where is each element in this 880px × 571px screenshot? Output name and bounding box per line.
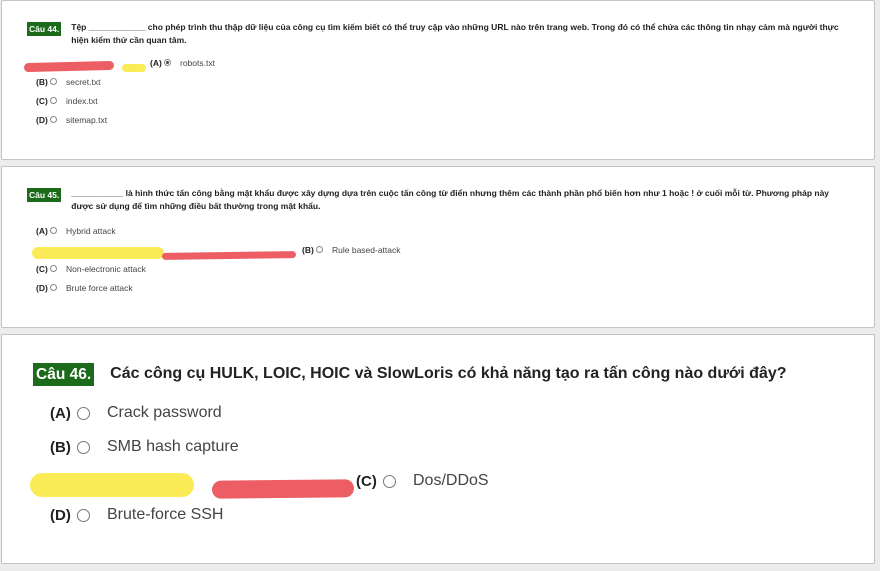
question-text: Các công cụ HULK, LOIC, HOIC và SlowLori…	[110, 365, 787, 382]
option-letter: (B)	[36, 76, 48, 87]
option-d[interactable]: (D) Brute-force SSH	[50, 498, 489, 532]
option-letter: (A)	[36, 225, 48, 236]
option-a[interactable]: (A) Hybrid attack	[36, 221, 401, 240]
option-text: Rule based-attack	[332, 244, 401, 255]
question-card-46: Câu 46. Các công cụ HULK, LOIC, HOIC và …	[1, 334, 875, 564]
option-letter: (D)	[50, 506, 71, 524]
question-header: Câu 46. Các công cụ HULK, LOIC, HOIC và …	[33, 363, 787, 386]
option-a[interactable]: (A) Crack password	[50, 396, 489, 430]
question-text: Tệp ____________ cho phép trình thu thập…	[71, 22, 839, 45]
option-letter: (C)	[36, 95, 48, 106]
option-letter: (B)	[302, 244, 314, 255]
option-text: SMB hash capture	[107, 438, 239, 455]
radio-icon[interactable]	[50, 78, 57, 85]
option-b[interactable]: (B) Rule based-attack	[32, 240, 401, 260]
highlight-mark	[122, 63, 146, 72]
question-header: Câu 45. ___________ là hình thức tấn côn…	[27, 187, 852, 213]
option-d[interactable]: (D) Brute force attack	[36, 278, 401, 297]
option-text: Brute force attack	[66, 282, 133, 293]
radio-icon[interactable]	[77, 508, 90, 522]
option-b[interactable]: (B) secret.txt	[36, 72, 215, 91]
option-text: index.txt	[66, 95, 98, 106]
options-list: (A) robots.txt (B) secret.txt (C) index.…	[23, 53, 215, 129]
option-text: sitemap.txt	[66, 114, 108, 125]
question-number-badge: Câu 45.	[27, 188, 62, 202]
question-card-44: Câu 44. Tệp ____________ cho phép trình …	[1, 0, 875, 160]
radio-icon[interactable]	[50, 265, 57, 272]
option-text: Hybrid attack	[66, 225, 116, 236]
radio-icon[interactable]	[50, 227, 57, 234]
option-c[interactable]: (C) Non-electronic attack	[36, 259, 401, 278]
radio-icon[interactable]	[383, 474, 396, 488]
radio-icon[interactable]	[50, 97, 57, 104]
option-text: robots.txt	[180, 57, 215, 68]
radio-selected-icon[interactable]	[164, 59, 171, 66]
option-text: Non-electronic attack	[66, 263, 146, 274]
option-d[interactable]: (D) sitemap.txt	[36, 110, 215, 129]
question-text: ___________ là hình thức tấn công bằng m…	[71, 188, 830, 211]
option-letter: (B)	[50, 438, 71, 456]
option-text: Dos/DDoS	[413, 472, 489, 489]
radio-icon[interactable]	[50, 284, 57, 291]
option-letter: (C)	[356, 472, 377, 490]
option-text: secret.txt	[66, 76, 101, 87]
options-list: (A) Crack password (B) SMB hash capture …	[30, 396, 489, 532]
highlight-mark	[211, 479, 355, 499]
radio-icon[interactable]	[50, 116, 57, 123]
option-letter: (C)	[36, 263, 48, 274]
question-header: Câu 44. Tệp ____________ cho phép trình …	[27, 21, 852, 47]
option-b[interactable]: (B) SMB hash capture	[50, 430, 489, 464]
highlight-mark	[32, 246, 164, 259]
option-letter: (A)	[150, 57, 162, 68]
option-text: Brute-force SSH	[107, 506, 224, 523]
highlight-mark	[30, 473, 194, 497]
question-number-badge: Câu 46.	[33, 363, 95, 386]
question-card-45: Câu 45. ___________ là hình thức tấn côn…	[1, 166, 875, 328]
option-letter: (D)	[36, 282, 48, 293]
option-c[interactable]: (C) Dos/DDoS	[30, 464, 489, 499]
option-text: Crack password	[107, 404, 222, 421]
option-a[interactable]: (A) robots.txt	[23, 53, 215, 73]
highlight-mark	[23, 60, 115, 73]
question-number-badge: Câu 44.	[27, 22, 62, 36]
option-c[interactable]: (C) index.txt	[36, 91, 215, 110]
radio-icon[interactable]	[316, 246, 323, 253]
option-letter: (A)	[50, 404, 71, 422]
radio-icon[interactable]	[77, 406, 90, 420]
options-list: (A) Hybrid attack (B) Rule based-attack …	[32, 221, 401, 297]
option-letter: (D)	[36, 114, 48, 125]
radio-icon[interactable]	[77, 440, 90, 454]
